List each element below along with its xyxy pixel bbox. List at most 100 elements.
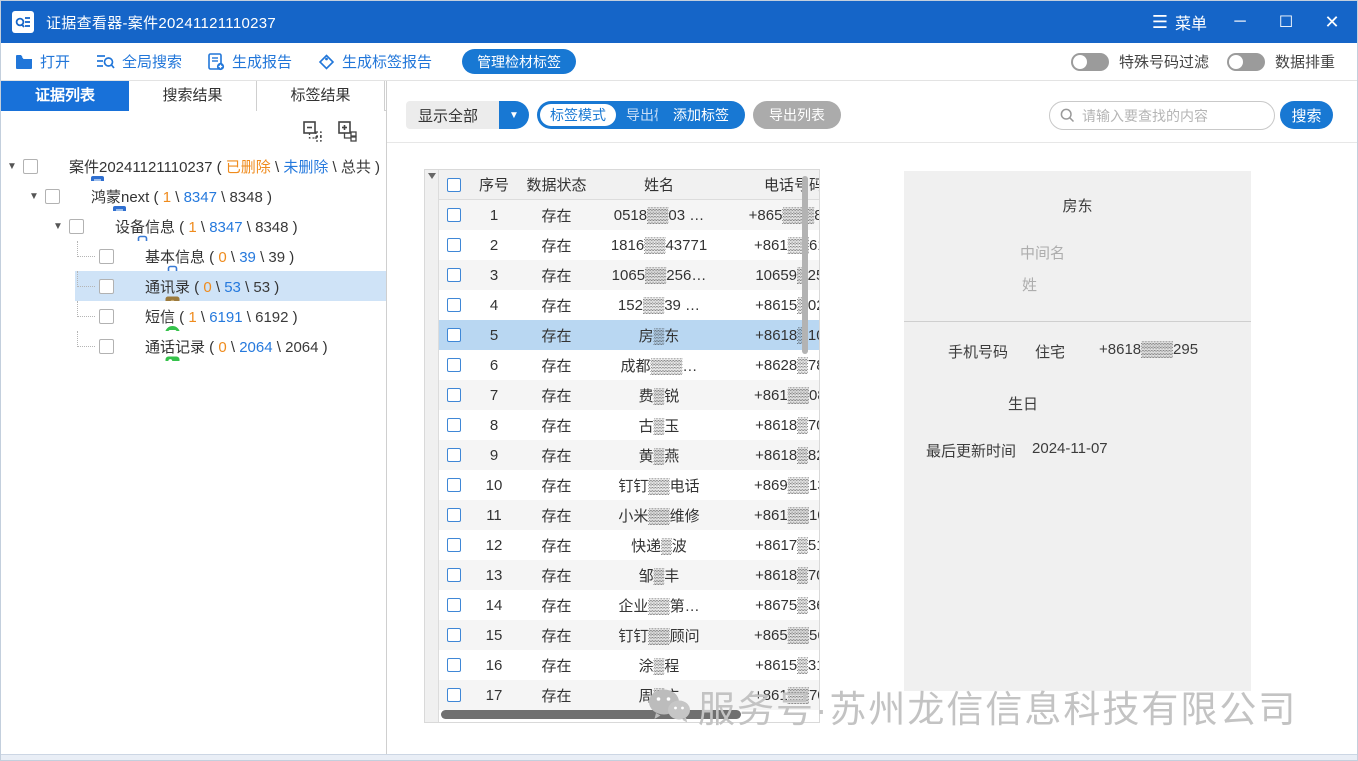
tree-label: 短信 ( 1 \ 6191 \ 6192 ) bbox=[145, 306, 298, 327]
cell-name: 房▒东 bbox=[594, 325, 724, 346]
table-row[interactable]: 8 存在 古▒玉 +8618▒702 bbox=[439, 410, 820, 440]
vertical-scrollbar-thumb[interactable] bbox=[802, 176, 808, 354]
cell-no: 17 bbox=[469, 687, 519, 704]
tab-search-results[interactable]: 搜索结果 bbox=[129, 81, 257, 111]
row-checkbox[interactable] bbox=[447, 538, 461, 552]
tree-checkbox[interactable] bbox=[45, 189, 60, 204]
row-checkbox[interactable] bbox=[447, 328, 461, 342]
collapse-all-icon[interactable] bbox=[302, 120, 324, 142]
tree-item-sms[interactable]: 短信 ( 1 \ 6191 \ 6192 ) bbox=[1, 301, 386, 331]
tree-item-basic-info[interactable]: 基本信息 ( 0 \ 39 \ 39 ) bbox=[1, 241, 386, 271]
table-row[interactable]: 16 存在 涂▒程 +8615▒310 bbox=[439, 650, 820, 680]
tree-item-device-info[interactable]: ▼ 设备信息 ( 1 \ 8347 \ 8348 ) bbox=[1, 211, 386, 241]
row-checkbox[interactable] bbox=[447, 628, 461, 642]
table-row[interactable]: 10 存在 钉钉▒▒电话 +869▒▒136 bbox=[439, 470, 820, 500]
cell-status: 存在 bbox=[519, 625, 594, 646]
search-input[interactable] bbox=[1082, 108, 1252, 124]
row-checkbox[interactable] bbox=[447, 298, 461, 312]
tree-checkbox[interactable] bbox=[99, 279, 114, 294]
open-button[interactable]: 打开 bbox=[15, 51, 70, 72]
cell-no: 3 bbox=[469, 267, 519, 284]
special-number-filter-toggle[interactable] bbox=[1071, 53, 1109, 71]
chevron-down-icon[interactable]: ▼ bbox=[53, 221, 69, 232]
horizontal-scrollbar-thumb[interactable] bbox=[441, 710, 741, 719]
cell-no: 15 bbox=[469, 627, 519, 644]
tree-item-case[interactable]: ▼ 案件20241121110237 ( 已删除 \ 未删除 \ 总共 ) bbox=[1, 151, 386, 181]
contact-name: 房东 bbox=[904, 171, 1251, 216]
row-checkbox[interactable] bbox=[447, 238, 461, 252]
data-dedupe-label: 数据排重 bbox=[1275, 51, 1335, 72]
generate-report-button[interactable]: 生成报告 bbox=[208, 51, 292, 72]
table-row[interactable]: 14 存在 企业▒▒第… +8675▒363 bbox=[439, 590, 820, 620]
chevron-down-icon[interactable]: ▼ bbox=[29, 191, 45, 202]
table-row[interactable]: 17 存在 周▒广 +861▒▒708 bbox=[439, 680, 820, 710]
table-row[interactable]: 4 存在 152▒▒39 … +8615▒028 bbox=[439, 290, 820, 320]
tree-checkbox[interactable] bbox=[69, 219, 84, 234]
expand-all-icon[interactable] bbox=[337, 120, 359, 142]
row-checkbox[interactable] bbox=[447, 688, 461, 702]
row-checkbox[interactable] bbox=[447, 358, 461, 372]
row-checkbox[interactable] bbox=[447, 658, 461, 672]
minimize-button[interactable]: ─ bbox=[1217, 1, 1263, 43]
cell-no: 2 bbox=[469, 237, 519, 254]
tag-mode-button[interactable]: 标签模式 bbox=[540, 104, 616, 126]
sidebar-tabs: 证据列表 搜索结果 标签结果 bbox=[1, 81, 387, 111]
column-header-no[interactable]: 序号 bbox=[469, 174, 519, 195]
tree-item-harmony-device[interactable]: ▼ 鸿蒙next ( 1 \ 8347 \ 8348 ) bbox=[1, 181, 386, 211]
tab-tag-results[interactable]: 标签结果 bbox=[257, 81, 385, 111]
row-checkbox[interactable] bbox=[447, 388, 461, 402]
tree-checkbox[interactable] bbox=[99, 309, 114, 324]
table-row[interactable]: 2 存在 1816▒▒43771 +861▒▒612 bbox=[439, 230, 820, 260]
maximize-button[interactable]: ☐ bbox=[1263, 1, 1309, 43]
row-checkbox[interactable] bbox=[447, 508, 461, 522]
tree-label: 案件20241121110237 ( 已删除 \ 未删除 \ 总共 ) bbox=[69, 156, 380, 177]
table-row[interactable]: 11 存在 小米▒▒维修 +861▒▒100 bbox=[439, 500, 820, 530]
manage-tag-button[interactable]: 管理检材标签 bbox=[462, 49, 576, 74]
tree-item-call-log[interactable]: 通话记录 ( 0 \ 2064 \ 2064 ) bbox=[1, 331, 386, 361]
menu-button[interactable]: ☰ 菜单 bbox=[1142, 10, 1217, 34]
tree-item-contacts[interactable]: 通讯录 ( 0 \ 53 \ 53 ) bbox=[1, 271, 386, 301]
tab-evidence-list[interactable]: 证据列表 bbox=[1, 81, 129, 111]
tree-checkbox[interactable] bbox=[23, 159, 38, 174]
table-row[interactable]: 5 存在 房▒东 +8618▒106 bbox=[439, 320, 820, 350]
table-row[interactable]: 1 存在 0518▒▒03 … +865▒▒▒860 bbox=[439, 200, 820, 230]
app-logo-icon bbox=[12, 11, 34, 33]
table-row[interactable]: 6 存在 成都▒▒▒… +8628▒787 bbox=[439, 350, 820, 380]
column-header-status[interactable]: 数据状态 bbox=[519, 174, 594, 195]
export-list-button[interactable]: 导出列表 bbox=[753, 101, 841, 129]
row-checkbox[interactable] bbox=[447, 568, 461, 582]
cell-no: 14 bbox=[469, 597, 519, 614]
cell-status: 存在 bbox=[519, 265, 594, 286]
data-dedupe-toggle[interactable] bbox=[1227, 53, 1265, 71]
cell-name: 小米▒▒维修 bbox=[594, 505, 724, 526]
table-row[interactable]: 12 存在 快递▒波 +8617▒510 bbox=[439, 530, 820, 560]
cell-status: 存在 bbox=[519, 325, 594, 346]
tree-checkbox[interactable] bbox=[99, 339, 114, 354]
row-checkbox[interactable] bbox=[447, 598, 461, 612]
show-all-dropdown[interactable]: 显示全部 ▼ bbox=[406, 101, 529, 129]
column-header-name[interactable]: 姓名 bbox=[594, 174, 724, 195]
table-row[interactable]: 15 存在 钉钉▒▒顾问 +865▒▒562 bbox=[439, 620, 820, 650]
generate-tag-report-button[interactable]: 生成标签报告 bbox=[318, 51, 432, 72]
table-vertical-scrollbar[interactable] bbox=[425, 170, 439, 722]
chevron-down-icon[interactable]: ▼ bbox=[7, 161, 23, 172]
search-button[interactable]: 搜索 bbox=[1280, 101, 1333, 129]
row-checkbox[interactable] bbox=[447, 478, 461, 492]
tree-label: 基本信息 ( 0 \ 39 \ 39 ) bbox=[145, 246, 294, 267]
add-tag-button[interactable]: 添加标签 bbox=[657, 101, 745, 129]
table-row[interactable]: 9 存在 黄▒燕 +8618▒821 bbox=[439, 440, 820, 470]
contacts-icon bbox=[122, 278, 139, 295]
row-checkbox[interactable] bbox=[447, 448, 461, 462]
table-row[interactable]: 13 存在 邹▒丰 +8618▒702 bbox=[439, 560, 820, 590]
row-checkbox[interactable] bbox=[447, 208, 461, 222]
close-button[interactable]: ✕ bbox=[1309, 1, 1355, 43]
cell-status: 存在 bbox=[519, 595, 594, 616]
search-box[interactable] bbox=[1049, 101, 1275, 130]
row-checkbox[interactable] bbox=[447, 268, 461, 282]
global-search-button[interactable]: 全局搜索 bbox=[96, 51, 182, 72]
select-all-checkbox[interactable] bbox=[447, 178, 461, 192]
table-row[interactable]: 7 存在 费▒锐 +861▒▒082 bbox=[439, 380, 820, 410]
tree-checkbox[interactable] bbox=[99, 249, 114, 264]
row-checkbox[interactable] bbox=[447, 418, 461, 432]
table-row[interactable]: 3 存在 1065▒▒256… 10659▒256 bbox=[439, 260, 820, 290]
